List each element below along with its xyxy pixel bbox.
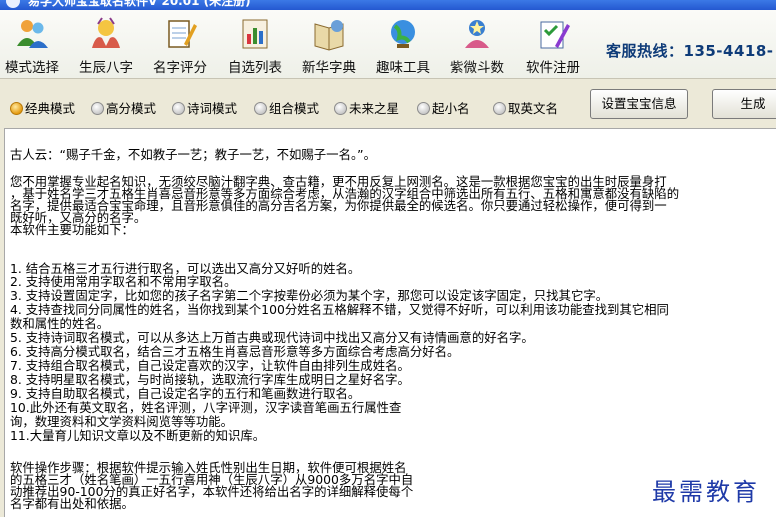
text-line: 5. 支持诗词取名模式，可以从多达上万首古典或现代诗词中找出又高分又有诗情画意的… <box>10 330 534 345</box>
text-line: 3. 支持设置固定字，比如您的孩子名字第二个字按辈份必须为某个字，那您可以设定该… <box>10 288 609 303</box>
radio-high-score-mode[interactable]: 高分模式 <box>91 98 156 117</box>
generate-button[interactable]: 生成 <box>712 89 776 119</box>
dictionary-icon <box>314 20 344 51</box>
text-line: 2. 支持使用常用字取名和不常用字取名。 <box>10 274 237 289</box>
toolbar-label: 新华字典 <box>302 60 356 76</box>
text-line: 9. 支持自助取名模式，自己设定名字的五行和笔画数进行取名。 <box>10 386 361 401</box>
radio-label: 未来之星 <box>349 101 400 116</box>
mode-select-button[interactable]: 模式选择 <box>2 14 62 76</box>
toolbar-label: 生辰八字 <box>79 60 133 76</box>
radio-label: 取英文名 <box>508 101 559 116</box>
text-line: 4. 支持查找同分同属性的姓名，当你找到某个100分姓名五格解释不错，又觉得不好… <box>10 302 669 317</box>
radio-dot-icon <box>417 102 430 115</box>
radio-dot-icon <box>10 102 23 115</box>
radio-dot-icon <box>91 102 104 115</box>
text-line: 数和属性的姓名。 <box>10 316 110 331</box>
radio-label: 经典模式 <box>25 101 76 116</box>
register-icon <box>540 21 570 49</box>
radio-poetry-mode[interactable]: 诗词模式 <box>172 98 237 117</box>
text-line: 8. 支持明星取名模式，与时尚接轨，选取流行字库生成明日之星好名字。 <box>10 372 410 387</box>
text-line: 6. 支持高分模式取名，结合三才五格生肖喜忌音形意等多方面综合考虑高分好名。 <box>10 344 460 359</box>
watermark-logo: 最需教育 <box>652 478 760 506</box>
radio-nickname[interactable]: 起小名 <box>417 98 470 117</box>
text-line: 古人云：“赐子千金，不如教子一艺；教子一艺，不如赐子一名。”。 <box>10 147 376 162</box>
radio-future-star[interactable]: 未来之星 <box>334 98 399 117</box>
name-score-button[interactable]: 名字评分 <box>149 14 211 76</box>
radio-dot-icon <box>334 102 347 115</box>
software-register-button[interactable]: 软件注册 <box>520 14 586 76</box>
text-line: 本软件主要功能如下： <box>10 222 134 237</box>
chart-book-icon <box>242 19 268 49</box>
set-baby-info-button[interactable]: 设置宝宝信息 <box>590 89 688 119</box>
app-icon <box>6 0 20 8</box>
radio-english-name[interactable]: 取英文名 <box>493 98 558 117</box>
radio-label: 起小名 <box>432 101 470 116</box>
people-icon <box>17 20 48 48</box>
hotline-text: 客服热线：135-4418- <box>606 42 774 60</box>
radio-dot-icon <box>493 102 506 115</box>
notepad-icon <box>168 20 197 48</box>
text-line: 询，数理资料和文学资料阅览等等功能。 <box>10 414 234 429</box>
toolbar-label: 自选列表 <box>228 60 282 76</box>
toolbar-label: 软件注册 <box>526 60 580 76</box>
text-line: 名字都有出处和依据。 <box>10 496 134 511</box>
ziwei-button[interactable]: 紫微斗数 <box>446 14 508 76</box>
title-bar: 易学大师宝宝取名软件V 20.01 (未注册) <box>0 0 776 10</box>
globe-icon <box>391 20 415 48</box>
window-title: 易学大师宝宝取名软件V 20.01 (未注册) <box>28 0 251 8</box>
hands-icon <box>92 17 120 48</box>
text-line: 11.大量育儿知识文章以及不断更新的知识库。 <box>10 428 266 443</box>
text-line: 7. 支持组合取名模式，自己设定喜欢的汉字，让软件自由排列生成姓名。 <box>10 358 410 373</box>
radio-label: 高分模式 <box>106 101 157 116</box>
toolbar-label: 模式选择 <box>5 60 59 76</box>
radio-dot-icon <box>254 102 267 115</box>
toolbar-label: 紫微斗数 <box>450 60 504 76</box>
text-line: 10.此外还有英文取名，姓名评测，八字评测，汉字读音笔画五行属性查 <box>10 400 402 415</box>
toolbar-label: 趣味工具 <box>376 60 430 76</box>
toolbar: 模式选择 生辰八字 名字评分 自选列表 新华字典 趣味工具 紫微斗数 软件注册 … <box>0 10 776 79</box>
xinhua-dictionary-button[interactable]: 新华字典 <box>298 14 360 76</box>
fun-tools-button[interactable]: 趣味工具 <box>372 14 434 76</box>
radio-label: 诗词模式 <box>187 101 238 116</box>
intro-text-area[interactable]: 古人云：“赐子千金，不如教子一艺；教子一艺，不如赐子一名。”。 您不用掌握专业起… <box>4 128 776 517</box>
custom-list-button[interactable]: 自选列表 <box>224 14 286 76</box>
radio-dot-icon <box>172 102 185 115</box>
radio-combo-mode[interactable]: 组合模式 <box>254 98 319 117</box>
birth-bazi-button[interactable]: 生辰八字 <box>75 14 137 76</box>
star-person-icon <box>465 20 489 48</box>
radio-label: 组合模式 <box>269 101 320 116</box>
radio-classic-mode[interactable]: 经典模式 <box>10 98 75 117</box>
toolbar-label: 名字评分 <box>153 60 207 76</box>
